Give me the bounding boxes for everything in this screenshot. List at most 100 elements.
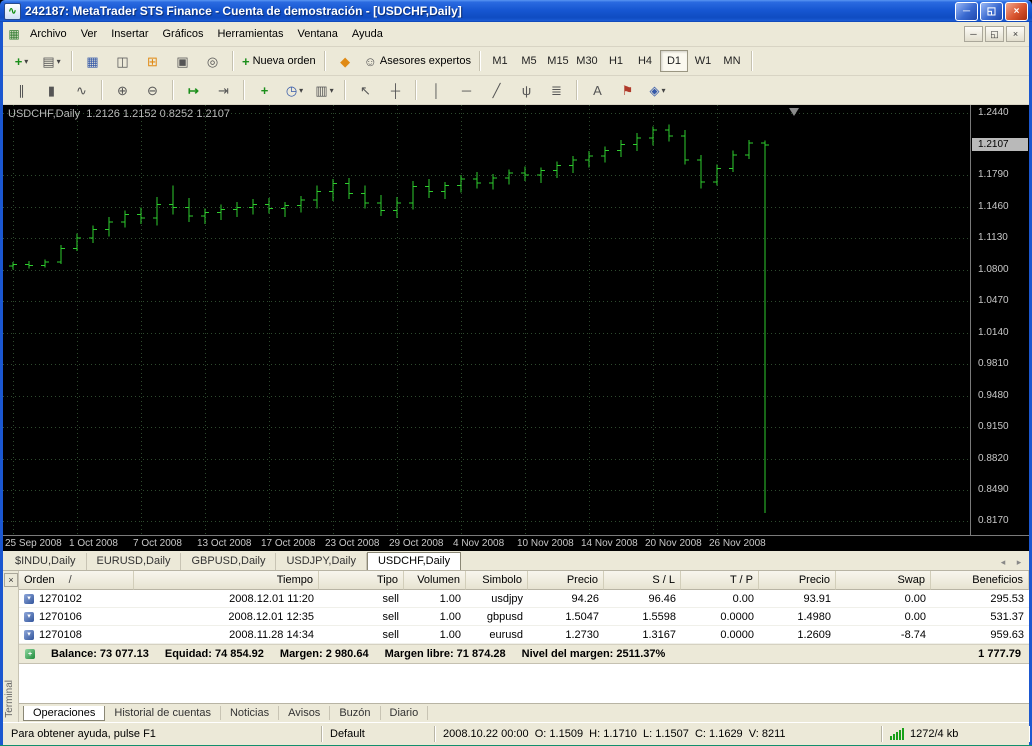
tab-diario[interactable]: Diario bbox=[381, 706, 429, 720]
order-type-cell: sell bbox=[319, 590, 404, 608]
chart-tab-usdjpy[interactable]: USDJPY,Daily bbox=[276, 553, 367, 570]
timeframe-h4-button[interactable]: H4 bbox=[631, 50, 659, 72]
column-header-precio-actual[interactable]: Precio bbox=[759, 571, 836, 590]
new-order-button[interactable]: +Nueva orden bbox=[239, 49, 319, 73]
data-window-button[interactable]: ◫ bbox=[108, 49, 137, 73]
market-watch-button[interactable]: ▦ bbox=[78, 49, 107, 73]
menu-item-ver[interactable]: Ver bbox=[74, 25, 105, 43]
column-header-swap[interactable]: Swap bbox=[836, 571, 931, 590]
mdi-restore-button[interactable]: ◱ bbox=[985, 26, 1004, 42]
minimize-button[interactable]: ─ bbox=[955, 2, 978, 21]
menu-item-graficos[interactable]: Gráficos bbox=[156, 25, 211, 43]
price-axis[interactable]: 1.2107 1.24401.17901.14601.11301.08001.0… bbox=[970, 105, 1029, 535]
order-current-price-cell: 1.2609 bbox=[759, 626, 836, 644]
vertical-line-icon: │ bbox=[432, 84, 440, 97]
menu-item-archivo[interactable]: Archivo bbox=[23, 25, 74, 43]
date-axis[interactable]: 25 Sep 20081 Oct 20087 Oct 200813 Oct 20… bbox=[3, 535, 1029, 551]
pitchfork-button[interactable]: ψ bbox=[512, 78, 541, 102]
profiles-button[interactable]: ▤▾ bbox=[37, 49, 66, 73]
line-chart-button[interactable]: ∿ bbox=[67, 78, 96, 102]
strategy-tester-button[interactable]: ◎ bbox=[198, 49, 227, 73]
price-axis-label: 0.8820 bbox=[978, 453, 1009, 465]
order-row-1270106[interactable]: ▾1270106 2008.12.01 12:35 sell 1.00 gbpu… bbox=[19, 608, 1029, 626]
chart-shift-button[interactable]: ⇥ bbox=[209, 78, 238, 102]
terminal-button[interactable]: ▣ bbox=[168, 49, 197, 73]
timeframe-m15-button[interactable]: M15 bbox=[544, 50, 572, 72]
tab-noticias[interactable]: Noticias bbox=[221, 706, 279, 720]
bar-chart-button[interactable]: ∥ bbox=[7, 78, 36, 102]
auto-scroll-button[interactable]: ↦ bbox=[179, 78, 208, 102]
expert-advisors-button[interactable]: ☺Asesores expertos bbox=[361, 49, 474, 73]
tab-scroll-left-button[interactable]: ◂ bbox=[995, 555, 1011, 570]
menu-item-ayuda[interactable]: Ayuda bbox=[345, 25, 390, 43]
periods-button[interactable]: ◷▾ bbox=[280, 78, 309, 102]
chart-tab-indu[interactable]: $INDU,Daily bbox=[5, 553, 87, 570]
new-chart-button[interactable]: +▾ bbox=[7, 49, 36, 73]
price-axis-label: 0.9150 bbox=[978, 421, 1009, 433]
column-header-tipo[interactable]: Tipo bbox=[319, 571, 404, 590]
menu-item-ventana[interactable]: Ventana bbox=[291, 25, 345, 43]
column-header-orden[interactable]: Orden/ bbox=[19, 571, 134, 590]
chart-tab-usdchf[interactable]: USDCHF,Daily bbox=[367, 552, 461, 570]
timeframe-w1-button[interactable]: W1 bbox=[689, 50, 717, 72]
column-header-tiempo[interactable]: Tiempo bbox=[134, 571, 319, 590]
chart-shift-marker[interactable] bbox=[789, 108, 799, 116]
price-axis-label: 1.0470 bbox=[978, 295, 1009, 307]
status-profile[interactable]: Default bbox=[322, 726, 435, 742]
mdi-close-button[interactable]: × bbox=[1006, 26, 1025, 42]
timeframe-mn-button[interactable]: MN bbox=[718, 50, 746, 72]
restore-button[interactable]: ◱ bbox=[980, 2, 1003, 21]
arrows-icon: ◈ bbox=[649, 84, 659, 97]
price-axis-label: 0.9480 bbox=[978, 390, 1009, 402]
candlestick-chart-button[interactable]: ▮ bbox=[37, 78, 66, 102]
tab-scroll-right-button[interactable]: ▸ bbox=[1011, 555, 1027, 570]
order-row-1270102[interactable]: ▾1270102 2008.12.01 11:20 sell 1.00 usdj… bbox=[19, 590, 1029, 608]
date-axis-label: 29 Oct 2008 bbox=[389, 538, 443, 549]
price-chart[interactable] bbox=[3, 105, 970, 535]
text-button[interactable]: A bbox=[583, 78, 612, 102]
chart-area[interactable]: USDCHF,Daily 1.2126 1.2152 0.8252 1.2107… bbox=[3, 105, 1029, 551]
timeframe-m30-button[interactable]: M30 bbox=[573, 50, 601, 72]
terminal-close-button[interactable]: × bbox=[4, 573, 18, 587]
column-header-precio[interactable]: Precio bbox=[528, 571, 604, 590]
column-header-sl[interactable]: S / L bbox=[604, 571, 681, 590]
fibonacci-button[interactable]: ≣ bbox=[542, 78, 571, 102]
order-row-1270108[interactable]: ▾1270108 2008.11.28 14:34 sell 1.00 euru… bbox=[19, 626, 1029, 644]
timeframe-d1-button[interactable]: D1 bbox=[660, 50, 688, 72]
zoom-in-button[interactable]: ⊕ bbox=[108, 78, 137, 102]
trendline-button[interactable]: ╱ bbox=[482, 78, 511, 102]
timeframe-m1-button[interactable]: M1 bbox=[486, 50, 514, 72]
vertical-line-button[interactable]: │ bbox=[422, 78, 451, 102]
zoom-out-button[interactable]: ⊖ bbox=[138, 78, 167, 102]
menu-item-herramientas[interactable]: Herramientas bbox=[210, 25, 290, 43]
column-header-volumen[interactable]: Volumen bbox=[404, 571, 466, 590]
column-header-tp[interactable]: T / P bbox=[681, 571, 759, 590]
indicators-button[interactable]: + bbox=[250, 78, 279, 102]
crosshair-button[interactable]: ┼ bbox=[381, 78, 410, 102]
text-label-button[interactable]: ⚑ bbox=[613, 78, 642, 102]
templates-button[interactable]: ▥▾ bbox=[310, 78, 339, 102]
tab-avisos[interactable]: Avisos bbox=[279, 706, 330, 720]
menu-item-insertar[interactable]: Insertar bbox=[104, 25, 155, 43]
metaeditor-button[interactable]: ◆ bbox=[331, 49, 360, 73]
arrows-button[interactable]: ◈▾ bbox=[643, 78, 672, 102]
date-axis-label: 17 Oct 2008 bbox=[261, 538, 315, 549]
terminal-main: Orden/ Tiempo Tipo Volumen Simbolo Preci… bbox=[19, 571, 1029, 722]
tab-buzon[interactable]: Buzón bbox=[330, 706, 380, 720]
date-axis-label: 25 Sep 2008 bbox=[5, 538, 62, 549]
tab-historial[interactable]: Historial de cuentas bbox=[105, 706, 221, 720]
horizontal-line-button[interactable]: ─ bbox=[452, 78, 481, 102]
timeframe-m5-button[interactable]: M5 bbox=[515, 50, 543, 72]
timeframe-h1-button[interactable]: H1 bbox=[602, 50, 630, 72]
column-header-beneficios[interactable]: Beneficios bbox=[931, 571, 1029, 590]
navigator-button[interactable]: ⊞ bbox=[138, 49, 167, 73]
app-icon[interactable]: ∿ bbox=[4, 3, 21, 20]
chart-window-icon[interactable]: ▦ bbox=[5, 27, 23, 41]
tab-operaciones[interactable]: Operaciones bbox=[23, 706, 105, 721]
chart-tab-gbpusd[interactable]: GBPUSD,Daily bbox=[181, 553, 276, 570]
cursor-button[interactable]: ↖ bbox=[351, 78, 380, 102]
mdi-minimize-button[interactable]: ─ bbox=[964, 26, 983, 42]
chart-tab-eurusd[interactable]: EURUSD,Daily bbox=[87, 553, 182, 570]
column-header-simbolo[interactable]: Simbolo bbox=[466, 571, 528, 590]
close-button[interactable]: × bbox=[1005, 2, 1028, 21]
